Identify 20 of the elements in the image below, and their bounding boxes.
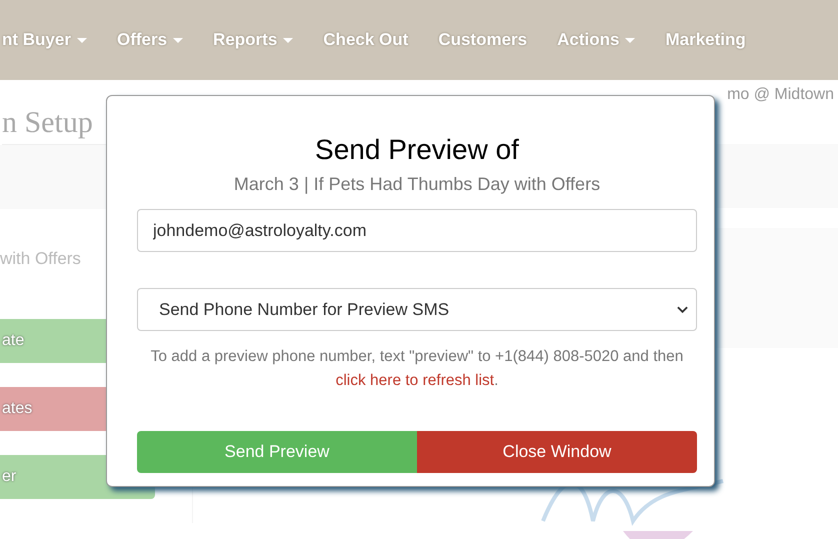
nav-link[interactable]: Actions — [557, 30, 636, 50]
caret-icon — [283, 38, 294, 42]
caret-icon — [625, 38, 636, 42]
nav-link[interactable]: Marketing — [665, 30, 746, 50]
nav-link[interactable]: Check Out — [323, 30, 408, 50]
campaign-name: with Offers — [0, 249, 82, 270]
nav-link[interactable]: Reports — [213, 30, 294, 50]
modal-subtitle: March 3 | If Pets Had Thumbs Day with Offers — [234, 174, 600, 195]
nav-link[interactable]: Offers — [116, 30, 184, 50]
nav-link[interactable]: nt Buyer — [2, 30, 87, 50]
nav-link[interactable]: Customers — [438, 30, 528, 50]
caret-icon — [173, 38, 184, 42]
refresh-link[interactable]: click here to refresh list — [336, 372, 494, 389]
modal-title: Send Preview of — [315, 134, 519, 166]
caret-icon — [76, 38, 87, 42]
send-button[interactable]: Send Preview — [137, 431, 417, 473]
chevron-down-icon — [677, 306, 688, 314]
close-button[interactable]: Close Window — [417, 431, 697, 473]
phone-select[interactable]: Send Phone Number for Preview SMS — [137, 288, 697, 331]
welcome-text: mo @ Midtown — [727, 86, 834, 105]
